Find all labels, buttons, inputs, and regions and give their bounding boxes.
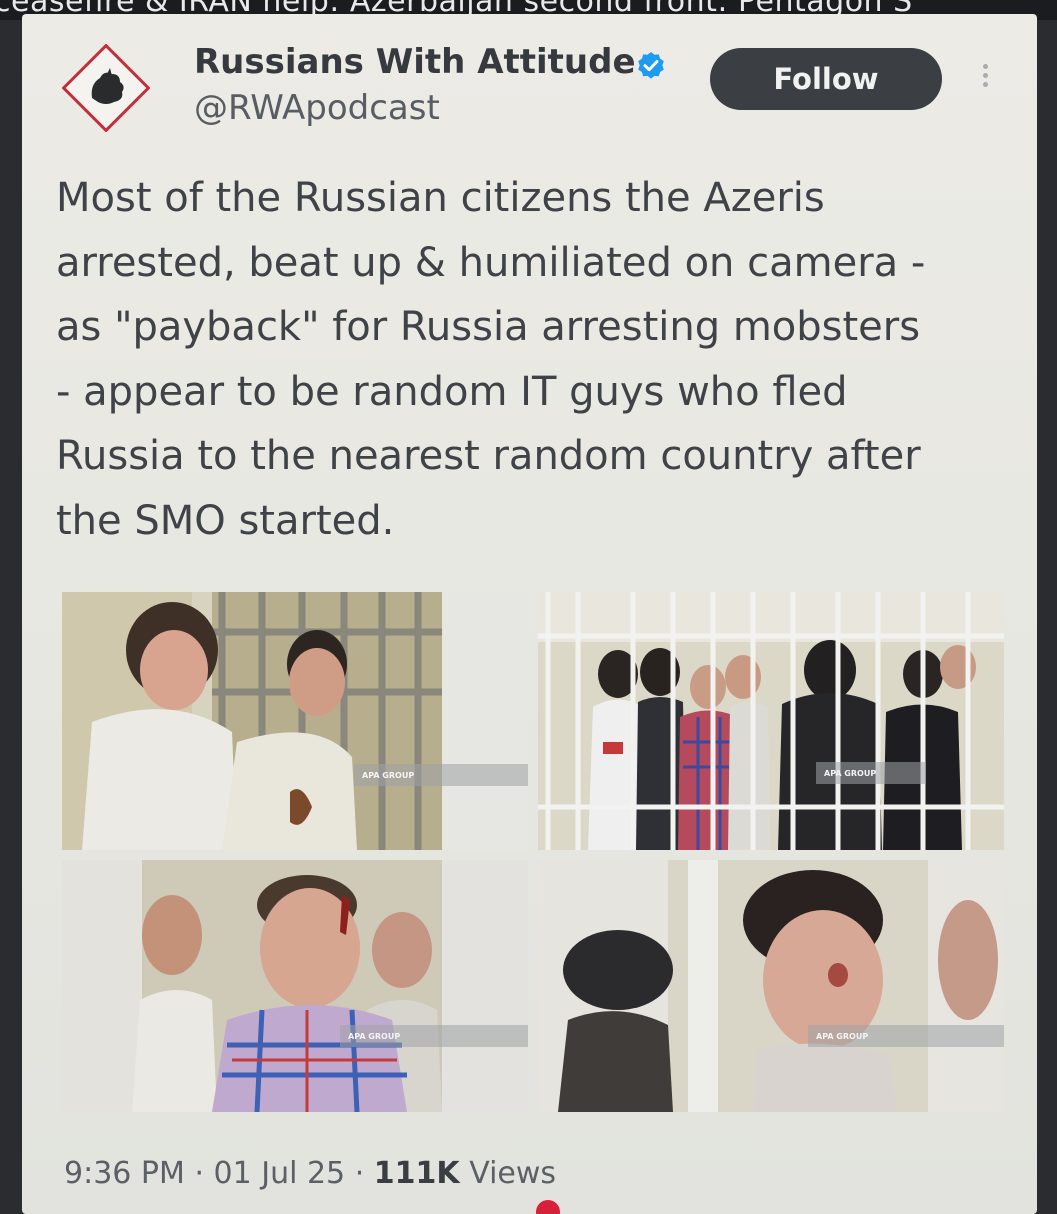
tweet-time[interactable]: 9:36 PM — [64, 1156, 185, 1191]
verified-badge-icon — [638, 52, 664, 79]
media-grid[interactable]: APA GROUP APA GROUP APA GROUP APA GROUP — [62, 592, 1004, 1112]
separator: · — [354, 1156, 365, 1191]
media-photo-1[interactable]: APA GROUP — [62, 592, 528, 850]
author-handle[interactable]: @RWApodcast — [194, 88, 440, 128]
tweet-meta: 9:36 PM · 01 Jul 25 · 111K Views — [64, 1156, 556, 1191]
media-photo-4[interactable]: APA GROUP — [538, 860, 1004, 1112]
views-count: 111K — [373, 1156, 460, 1191]
svg-text:APA GROUP: APA GROUP — [816, 1032, 868, 1041]
views-label: Views — [469, 1156, 557, 1191]
follow-button[interactable]: Follow — [710, 48, 942, 110]
notification-dot — [536, 1200, 560, 1214]
media-photo-2[interactable]: APA GROUP — [538, 592, 1004, 850]
svg-text:APA GROUP: APA GROUP — [348, 1032, 400, 1041]
author-name[interactable]: Russians With Attitude — [194, 42, 636, 82]
tweet-text: Most of the Russian citizens the Azeris … — [56, 175, 926, 544]
rwa-logo-icon[interactable] — [62, 44, 150, 132]
svg-text:APA GROUP: APA GROUP — [824, 769, 876, 778]
media-photo-3[interactable]: APA GROUP — [62, 860, 528, 1112]
tweet-card: Russians With Attitude @RWApodcast Follo… — [22, 14, 1037, 1214]
media-watermark: APA GROUP — [362, 771, 414, 780]
more-options-icon[interactable] — [972, 60, 998, 100]
tweet-date[interactable]: 01 Jul 25 — [214, 1156, 346, 1191]
separator: · — [194, 1156, 204, 1191]
